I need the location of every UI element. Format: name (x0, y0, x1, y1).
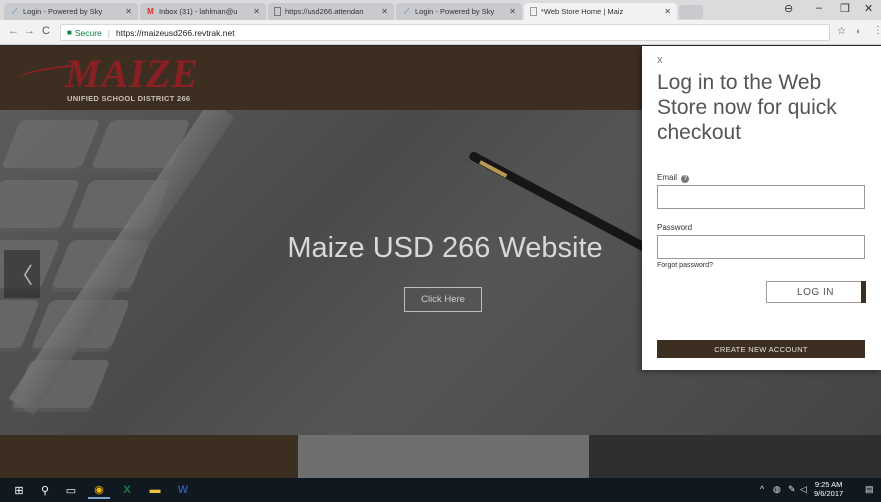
skyward-icon: ⟋ (403, 7, 410, 16)
browser-tab-2[interactable]: M Inbox (31) - lahlman@u ✕ (140, 3, 266, 20)
file-explorer-icon[interactable]: ▬ (144, 481, 166, 499)
email-field[interactable] (657, 185, 865, 209)
login-panel: x Log in to the Web Store now for quick … (642, 46, 881, 370)
gmail-icon: M (147, 7, 154, 16)
tab-close-icon[interactable]: ✕ (125, 7, 132, 16)
pen-tray-icon[interactable]: ✎ (788, 484, 796, 495)
extension-icon[interactable]: ◐ (856, 26, 861, 36)
password-field[interactable] (657, 235, 865, 259)
help-icon[interactable]: ? (681, 175, 690, 183)
new-tab-button[interactable] (679, 5, 703, 19)
click-here-button[interactable]: Click Here (404, 287, 482, 312)
windows-taskbar: ⊞ ⚲ ▭ ◉ X ▬ W ^ ◍ ✎ ◁ 9:25 AM 9/6/2017 ▤ (0, 478, 881, 502)
close-window-icon[interactable]: ✕ (864, 2, 873, 15)
address-bar[interactable]: ■ Secure | https://maizeusd266.revtrak.n… (60, 24, 830, 41)
email-label-text: Email (657, 173, 678, 182)
secure-label: Secure (74, 27, 102, 38)
browser-tab-1[interactable]: ⟋ Login - Powered by Sky ✕ (4, 3, 138, 20)
web-page: MAIZE UNIFIED SCHOOL DISTRICT 266 Maize … (0, 46, 881, 478)
tab-label: https://usd266.attendan (285, 7, 364, 16)
skyward-icon: ⟋ (11, 7, 18, 16)
bookmark-star-icon[interactable]: ☆ (837, 26, 846, 37)
log-in-label: LOG IN (797, 286, 834, 298)
restore-icon[interactable]: ❐ (840, 2, 850, 15)
logo-text: MAIZE (65, 51, 199, 96)
clock-time: 9:25 AM (814, 480, 843, 489)
browser-toolbar: ← → C ■ Secure | https://maizeusd266.rev… (0, 20, 881, 45)
browser-tab-4[interactable]: ⟋ Login - Powered by Sky ✕ (396, 3, 522, 20)
tab-close-icon[interactable]: ✕ (664, 7, 671, 16)
email-label: Email ? (657, 173, 690, 183)
browser-tab-strip: ⟋ Login - Powered by Sky ✕ M Inbox (31) … (0, 0, 881, 20)
logo-subtitle: UNIFIED SCHOOL DISTRICT 266 (67, 94, 191, 103)
search-icon[interactable]: ⚲ (36, 481, 54, 499)
page-icon (530, 7, 537, 16)
button-accent (861, 281, 866, 303)
tab-close-icon[interactable]: ✕ (253, 7, 260, 16)
tab-label: Inbox (31) - lahlman@u (159, 7, 238, 16)
forgot-password-link[interactable]: Forgot password? (657, 262, 713, 269)
tab-close-icon[interactable]: ✕ (509, 7, 516, 16)
tab-label: Login - Powered by Sky (415, 7, 495, 16)
clock-date: 9/6/2017 (814, 489, 844, 498)
back-icon[interactable]: ← (8, 25, 19, 37)
feature-tiles (0, 435, 881, 478)
page-icon (274, 7, 281, 16)
lock-icon: ■ (67, 28, 72, 37)
divider: | (107, 27, 110, 38)
browser-tab-5-active[interactable]: *Web Store Home | Maiz ✕ (524, 3, 677, 20)
profile-icon[interactable]: ⊖ (784, 2, 793, 15)
feature-tile[interactable] (298, 435, 589, 478)
tray-expand-icon[interactable]: ^ (760, 484, 764, 494)
tab-label: Login - Powered by Sky (23, 7, 103, 16)
network-icon[interactable]: ◍ (773, 484, 781, 495)
task-view-icon[interactable]: ▭ (62, 481, 80, 499)
close-panel-button[interactable]: x (657, 54, 663, 66)
tab-close-icon[interactable]: ✕ (381, 7, 388, 16)
tab-label: *Web Store Home | Maiz (541, 7, 624, 16)
url-text: https://maizeusd266.revtrak.net (116, 27, 235, 38)
feature-tile[interactable] (0, 435, 298, 478)
chrome-icon[interactable]: ◉ (88, 481, 110, 499)
create-account-button[interactable]: CREATE NEW ACCOUNT (657, 340, 865, 358)
reload-icon[interactable]: C (42, 25, 50, 37)
minimize-icon[interactable]: – (816, 2, 822, 14)
login-title: Log in to the Web Store now for quick ch… (657, 71, 837, 144)
browser-tab-3[interactable]: https://usd266.attendan ✕ (268, 3, 394, 20)
notifications-icon[interactable]: ▤ (865, 484, 874, 495)
hero-title: Maize USD 266 Website (287, 232, 603, 264)
slider-prev-button[interactable]: 〈 (4, 250, 40, 298)
screen: ⟋ Login - Powered by Sky ✕ M Inbox (31) … (0, 0, 881, 502)
windows-start-icon[interactable]: ⊞ (10, 481, 28, 499)
menu-icon[interactable]: ⋮ (873, 25, 881, 36)
system-clock[interactable]: 9:25 AM 9/6/2017 (814, 480, 843, 498)
forward-icon[interactable]: → (24, 25, 35, 37)
feature-tile[interactable] (589, 435, 881, 478)
word-icon[interactable]: W (172, 481, 194, 499)
volume-icon[interactable]: ◁ (800, 484, 807, 495)
log-in-button[interactable]: LOG IN (766, 281, 866, 303)
site-logo[interactable]: MAIZE UNIFIED SCHOOL DISTRICT 266 (65, 51, 199, 104)
excel-icon[interactable]: X (116, 481, 138, 499)
password-label: Password (657, 223, 693, 232)
